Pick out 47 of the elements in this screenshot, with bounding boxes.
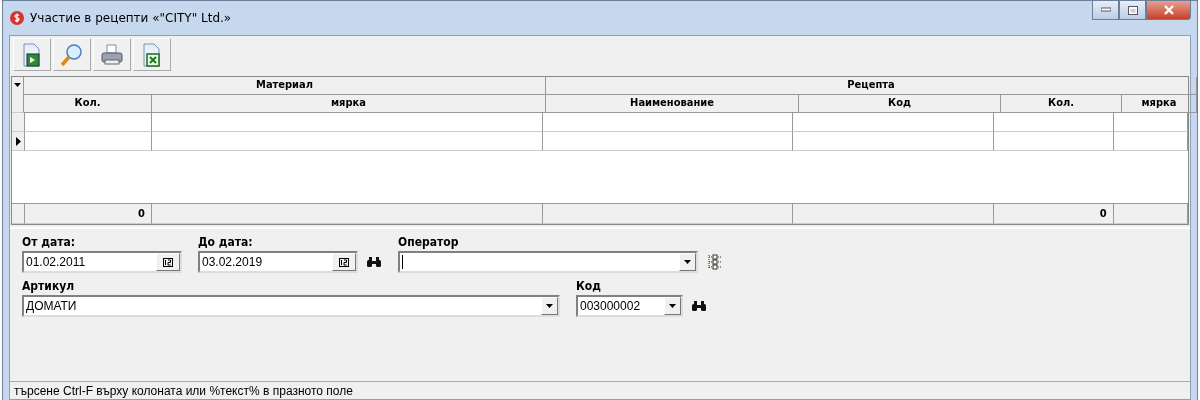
column-header[interactable]: Кол. [24,95,152,113]
field-label: От дата: [22,235,77,249]
column-header[interactable]: Наименование [546,95,799,113]
date-field[interactable]: 03.02.2019 [198,251,358,273]
printer-icon [99,41,125,68]
calendar-icon[interactable] [339,257,349,267]
app-icon [9,10,25,26]
field-label: Оператор [398,235,460,249]
operator-dropdown[interactable] [398,251,698,273]
article-dropdown[interactable]: ДОМАТИ [22,295,560,317]
row-indicator[interactable] [12,132,25,151]
magnifier-icon [59,41,85,68]
caret-icon [546,304,553,308]
date-field[interactable]: 01.02.2011 [22,251,182,273]
tree-icon[interactable] [706,254,722,270]
excel-export-button[interactable] [133,38,171,71]
import-button[interactable] [13,38,51,71]
close-icon [1162,5,1175,15]
column-header[interactable]: Код [799,95,1001,113]
window-title: Участие в рецепти «"CITY" Ltd.» [30,11,232,25]
maximize-button[interactable] [1119,1,1146,20]
status-bar: търсене Ctrl-F върху колоната или %текст% в празното поле [10,381,1190,399]
field-label: Код [576,279,602,293]
total-cell: 0 [993,204,1114,224]
column-header[interactable]: мярка [1122,95,1197,113]
calendar-icon[interactable] [163,257,173,267]
maximize-icon [1127,5,1138,15]
column-menu-button[interactable] [12,77,24,113]
group-header: Материал [24,77,546,95]
close-button[interactable] [1146,1,1191,20]
total-cell: 0 [25,204,152,224]
column-header[interactable]: Кол. [1001,95,1122,113]
print-button[interactable] [93,38,131,71]
caret-icon [14,83,21,87]
caret-icon [669,304,676,308]
binoculars-icon[interactable] [691,300,707,312]
minimize-button[interactable] [1092,1,1119,20]
group-header: Рецепта [546,77,1197,95]
caret-icon [684,260,691,264]
binoculars-icon[interactable] [366,256,382,268]
search-button[interactable] [53,38,91,71]
minimize-icon [1100,7,1111,13]
code-dropdown[interactable]: 003000002 [576,295,683,317]
field-label: Артикул [22,279,76,293]
column-header[interactable]: мярка [152,95,546,113]
field-label: До дата: [198,235,254,249]
row-pointer-icon [15,136,21,146]
